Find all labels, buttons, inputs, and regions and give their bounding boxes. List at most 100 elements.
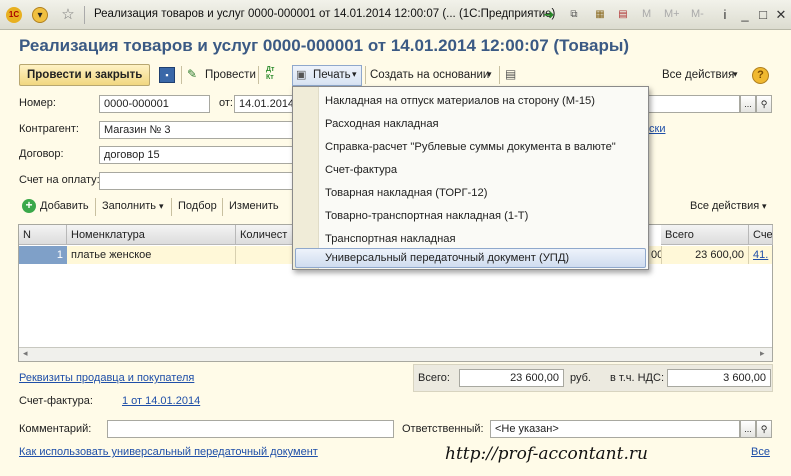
menu-dropdown-icon[interactable]: ▾ — [32, 7, 48, 23]
row-qty-cell[interactable] — [236, 246, 293, 264]
post-icon[interactable]: ✎ — [187, 67, 197, 81]
save-icon[interactable]: ▪ — [159, 67, 175, 83]
arrow-right-icon[interactable]: ➜ — [541, 7, 557, 23]
form-heading: Реализация товаров и услуг 0000-000001 о… — [19, 36, 630, 55]
requisites-link[interactable]: Реквизиты продавца и покупателя — [19, 372, 194, 384]
invoice-factura-link[interactable]: 1 от 14.01.2014 — [122, 395, 200, 407]
m-plus-button[interactable]: M+ — [664, 8, 680, 20]
counterparty-input[interactable]: Магазин № 3 — [99, 121, 294, 139]
comment-input[interactable] — [107, 420, 394, 438]
toolbar-separator — [181, 66, 182, 84]
row-hidden-cell[interactable]: 00 — [647, 246, 661, 264]
add-button[interactable]: Добавить — [40, 200, 89, 212]
search-icon[interactable]: ⚲ — [756, 95, 772, 113]
column-header-qty[interactable]: Количест — [236, 225, 293, 245]
invoice-for-payment-label: Счет на оплату: — [19, 174, 100, 186]
all-actions-button[interactable]: Все действия — [662, 66, 734, 84]
select-button[interactable]: Подбор — [178, 200, 217, 212]
chevron-down-icon: ▾ — [487, 69, 492, 79]
responsible-select-dots[interactable]: ... — [740, 420, 756, 438]
copy-icon[interactable]: ⧉ — [566, 7, 582, 23]
calculator-icon[interactable]: ▦ — [592, 7, 608, 23]
counterparty-label: Контрагент: — [19, 123, 79, 135]
fill-button[interactable]: Заполнить — [102, 200, 156, 212]
field-right-input[interactable] — [648, 95, 740, 113]
row-total-cell[interactable]: 23 600,00 — [661, 246, 749, 264]
responsible-input[interactable]: <Не указан> — [490, 420, 740, 438]
row-item-cell[interactable]: платье женское — [67, 246, 236, 264]
menu-item-invoice-factura[interactable]: Счет-фактура — [325, 164, 397, 176]
create-based-on-button[interactable]: Создать на основании — [370, 66, 489, 84]
responsible-label: Ответственный: — [402, 423, 484, 435]
counterparty-link[interactable]: ски — [649, 123, 665, 135]
favorite-star-icon[interactable]: ☆ — [60, 7, 76, 23]
contract-label: Договор: — [19, 148, 64, 160]
row-account-cell[interactable]: 41. — [749, 246, 773, 264]
date-input[interactable]: 14.01.2014 — [234, 95, 294, 113]
minimize-icon[interactable]: _ — [736, 6, 754, 24]
toolbar-separator — [258, 66, 259, 84]
menu-item-m15[interactable]: Накладная на отпуск материалов на сторон… — [325, 95, 595, 107]
app-logo-icon[interactable]: 1С — [6, 7, 22, 23]
maximize-icon[interactable]: □ — [754, 6, 772, 24]
add-icon[interactable]: + — [22, 199, 36, 213]
menu-item-1t[interactable]: Товарно-транспортная накладная (1-Т) — [325, 210, 528, 222]
calendar-icon[interactable]: ▤ — [615, 7, 631, 23]
menu-item-upd[interactable]: Универсальный передаточный документ (УПД… — [325, 252, 569, 264]
watermark-text: http://prof-accontant.ru — [445, 444, 648, 464]
help-upd-link[interactable]: Как использовать универсальный передаточ… — [19, 446, 318, 458]
app-badge: 1С — [8, 10, 20, 19]
row-number-cell[interactable]: 1 — [19, 246, 67, 264]
column-header-total[interactable]: Всего — [661, 225, 749, 245]
currency-label: руб. — [570, 372, 591, 384]
scroll-right-icon[interactable]: ▸ — [760, 348, 765, 359]
contract-input[interactable]: договор 15 — [99, 146, 294, 164]
number-label: Номер: — [19, 97, 56, 109]
info-icon[interactable]: i — [716, 6, 734, 24]
dt-kt-label: Дт Кт — [266, 66, 275, 81]
vat-label: в т.ч. НДС: — [610, 372, 665, 384]
chevron-down-icon: ▾ — [159, 201, 164, 211]
toolbar-separator — [499, 66, 500, 84]
toolbar-separator — [171, 198, 172, 216]
chevron-down-icon: ▾ — [762, 201, 767, 211]
chevron-down-icon: ▾ — [352, 69, 357, 79]
m-minus-button[interactable]: M- — [691, 8, 704, 20]
invoice-for-payment-input[interactable] — [99, 172, 294, 190]
dt-kt-icon[interactable]: Дт Кт — [266, 66, 280, 82]
print-menu: Накладная на отпуск материалов на сторон… — [292, 86, 649, 270]
column-header-item[interactable]: Номенклатура — [67, 225, 236, 245]
printer-icon: ▣ — [296, 69, 307, 81]
date-label: от: — [219, 97, 233, 109]
total-value: 23 600,00 — [459, 369, 564, 387]
menu-item-expense-invoice[interactable]: Расходная накладная — [325, 118, 439, 130]
select-dots-button[interactable]: ... — [740, 95, 756, 113]
report-icon[interactable]: ▤ — [505, 67, 516, 81]
chevron-down-icon: ▾ — [733, 69, 738, 79]
toolbar-separator — [95, 198, 96, 216]
m-button[interactable]: M — [642, 8, 651, 20]
column-header-account[interactable]: Сче — [749, 225, 773, 245]
toolbar-separator — [222, 198, 223, 216]
all-link[interactable]: Все — [751, 446, 770, 458]
post-button[interactable]: Провести — [205, 66, 256, 84]
column-header-n[interactable]: N — [19, 225, 67, 245]
comment-label: Комментарий: — [19, 423, 92, 435]
help-icon[interactable]: ? — [752, 67, 769, 84]
menu-item-transport[interactable]: Транспортная накладная — [325, 233, 456, 245]
menu-item-currency-certificate[interactable]: Справка-расчет "Рублевые суммы документа… — [325, 141, 616, 153]
edit-button[interactable]: Изменить — [229, 200, 279, 212]
menu-gutter — [293, 87, 319, 269]
scroll-left-icon[interactable]: ◂ — [23, 348, 28, 359]
search-icon[interactable]: ⚲ — [756, 420, 772, 438]
window-title: Реализация товаров и услуг 0000-000001 о… — [94, 8, 556, 20]
post-and-close-button[interactable]: Провести и закрыть — [19, 64, 151, 86]
print-label: Печать — [313, 69, 351, 81]
close-icon[interactable]: ✕ — [772, 6, 790, 24]
number-input[interactable]: 0000-000001 — [99, 95, 210, 113]
table-all-actions-button[interactable]: Все действия — [690, 200, 759, 212]
titlebar-separator — [84, 6, 85, 24]
menu-item-torg12[interactable]: Товарная накладная (ТОРГ-12) — [325, 187, 487, 199]
toolbar-separator — [365, 66, 366, 84]
horizontal-scrollbar[interactable] — [19, 347, 772, 361]
